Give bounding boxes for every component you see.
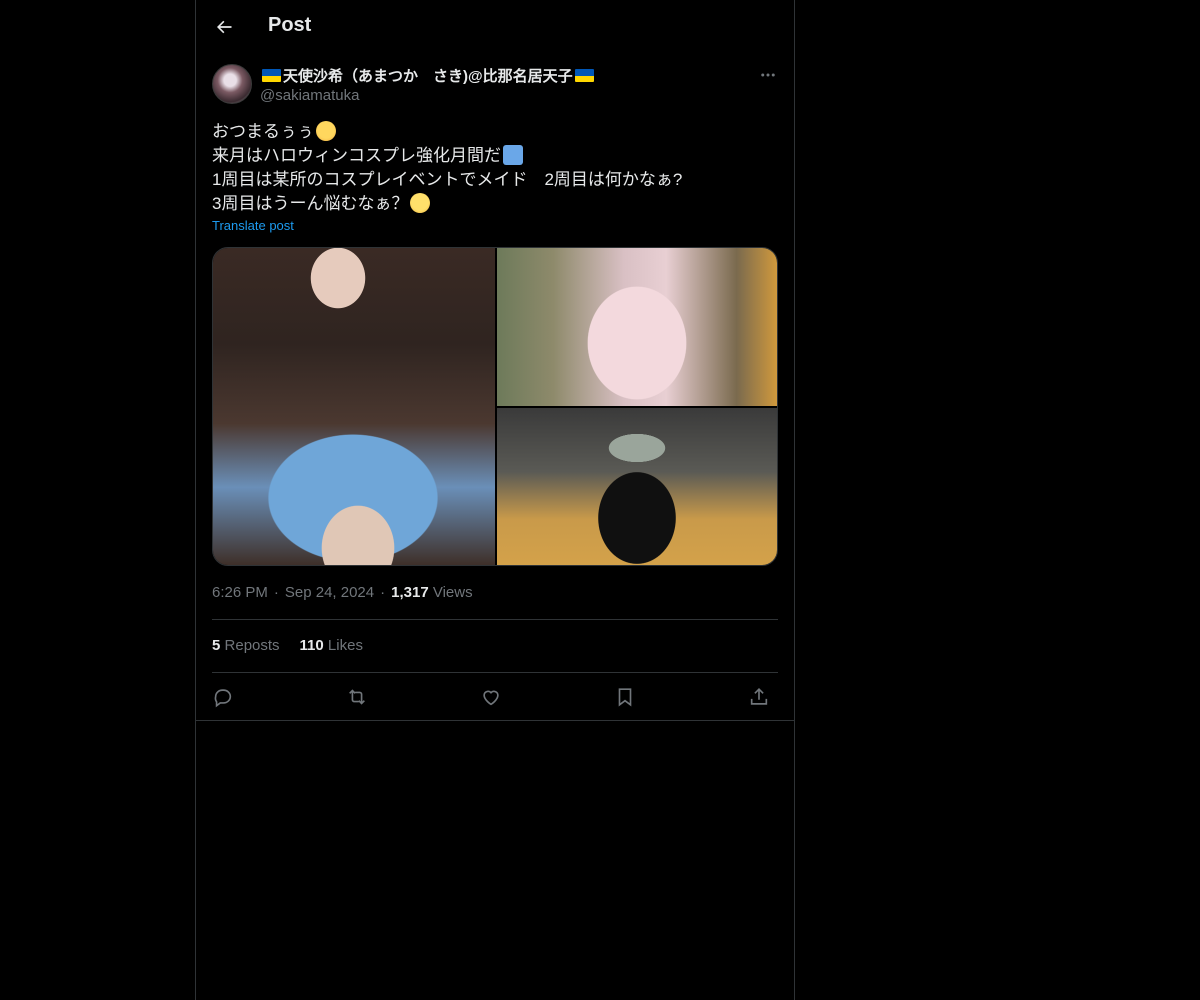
- more-icon: [761, 73, 775, 77]
- views-count: 1,317: [391, 584, 429, 601]
- back-arrow-icon: [217, 20, 232, 34]
- hugging-face-emoji-icon: [316, 121, 336, 141]
- ukraine-flag-icon: [574, 69, 594, 82]
- avatar[interactable]: [212, 64, 252, 104]
- post-stats: 5 Reposts 110 Likes: [212, 637, 363, 654]
- photo-2[interactable]: [497, 248, 777, 406]
- photo-1[interactable]: [213, 248, 495, 565]
- author-handle[interactable]: @sakiamatuka: [260, 87, 359, 104]
- back-button[interactable]: [206, 9, 242, 45]
- like-icon: [483, 690, 499, 706]
- divider: [196, 720, 794, 721]
- woozy-face-emoji-icon: [410, 193, 431, 213]
- main-column: Post 天使沙希（あまつか さき)@比那名居天子 @sakiamatuka お…: [195, 0, 795, 1000]
- post-line: 1周目は某所のコスプレイベントでメイド 2周目は何かなぁ?: [212, 170, 683, 189]
- divider: [212, 672, 778, 673]
- header: Post: [196, 0, 794, 54]
- post-date[interactable]: Sep 24, 2024: [285, 584, 374, 601]
- more-button[interactable]: [754, 64, 782, 86]
- likes-stat[interactable]: 110 Likes: [300, 637, 363, 654]
- page-title: Post: [268, 14, 312, 36]
- post-line: 来月はハロウィンコスプレ強化月間だ: [212, 144, 778, 168]
- share-button[interactable]: [746, 684, 772, 710]
- divider: [212, 619, 778, 620]
- repost-button[interactable]: [344, 684, 370, 710]
- post-time[interactable]: 6:26 PM: [212, 584, 268, 601]
- author-name: 天使沙希（あまつか さき)@比那名居天子: [283, 68, 573, 85]
- bookmark-icon: [618, 688, 632, 707]
- author-name-row[interactable]: 天使沙希（あまつか さき)@比那名居天子: [260, 65, 596, 86]
- views-label: Views: [432, 584, 473, 601]
- bookmark-button[interactable]: [612, 684, 638, 710]
- music-notes-emoji-icon: [503, 145, 523, 165]
- like-button[interactable]: [478, 684, 504, 710]
- share-icon: [750, 688, 768, 705]
- photo-3[interactable]: [497, 408, 777, 565]
- post-line: 3周目はうーん悩むなぁ？: [212, 192, 778, 216]
- reposts-stat[interactable]: 5 Reposts: [212, 637, 280, 654]
- post-text: おつまるぅぅ 来月はハロウィンコスプレ強化月間だ 1周目は某所のコスプレイベント…: [212, 120, 778, 216]
- post-line: おつまるぅぅ: [212, 120, 778, 144]
- repost-icon: [349, 689, 365, 705]
- reply-button[interactable]: [210, 684, 236, 710]
- translate-post-link[interactable]: Translate post: [212, 218, 294, 233]
- ukraine-flag-icon: [262, 69, 281, 82]
- post-meta: 6:26 PM · Sep 24, 2024 · 1,317 Views: [212, 584, 473, 601]
- media-grid: [212, 247, 778, 566]
- reply-icon: [214, 689, 232, 708]
- action-bar: [212, 684, 778, 710]
